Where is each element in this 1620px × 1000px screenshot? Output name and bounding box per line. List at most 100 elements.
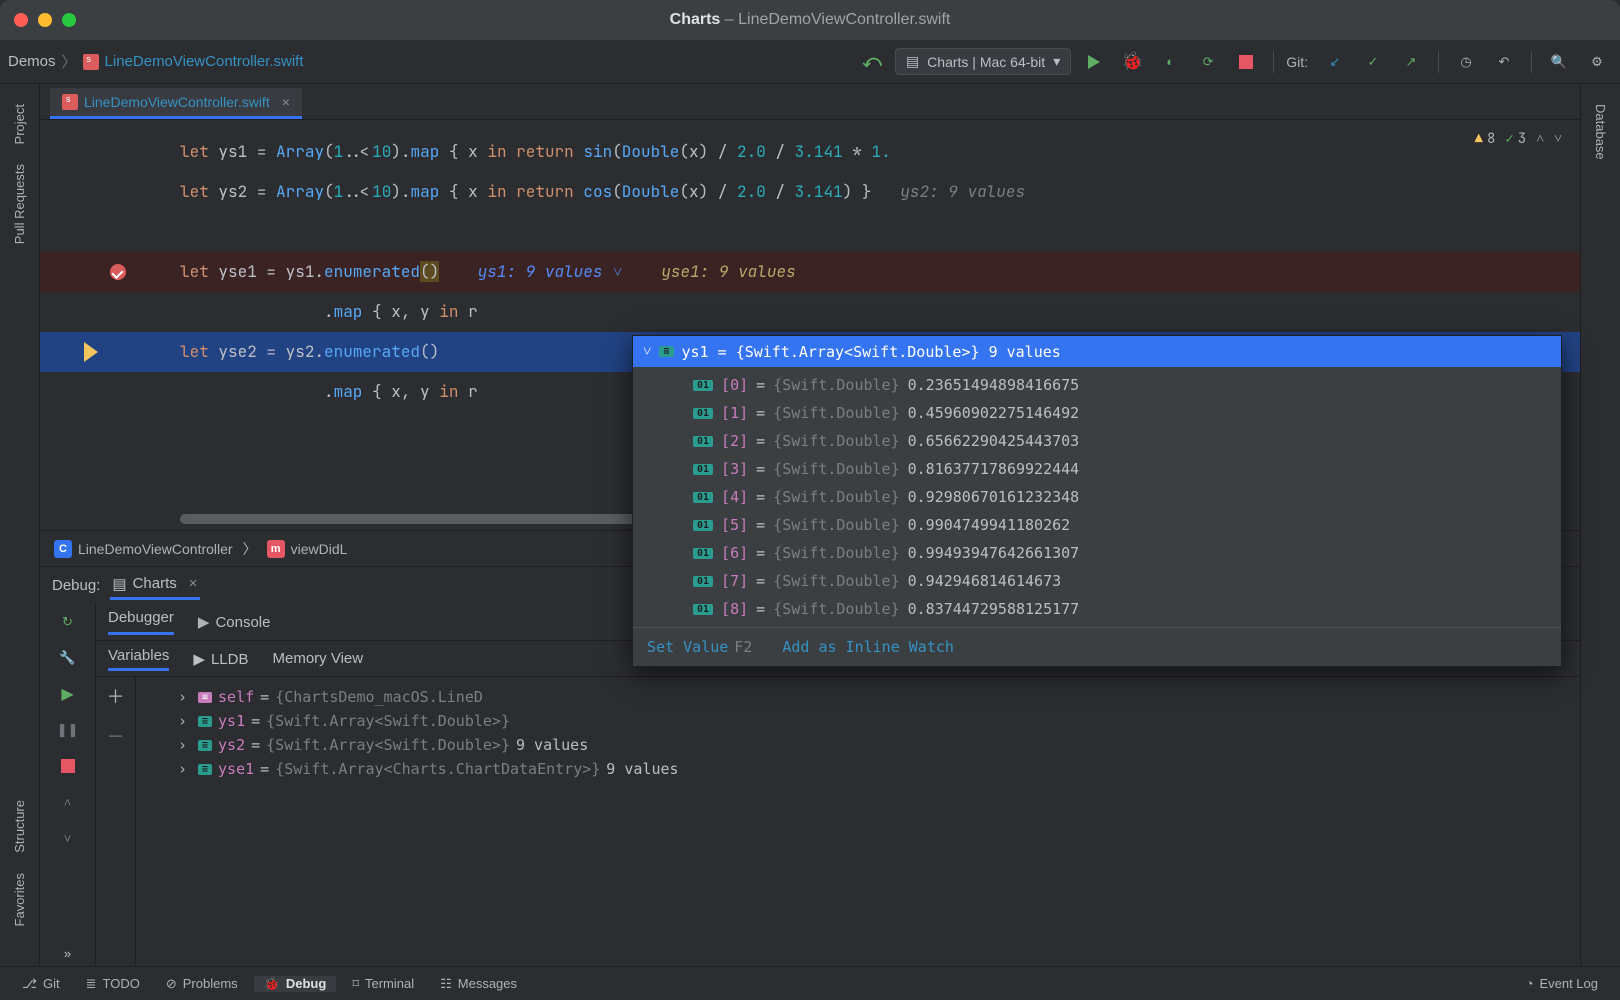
git-label: Git: (1286, 54, 1308, 70)
chevron-down-icon[interactable]: ˅ (51, 825, 85, 851)
chevron-down-icon[interactable]: ˅ (643, 342, 651, 361)
value-icon: 01 (693, 520, 713, 531)
inline-hint: ys2: 9 values (900, 181, 1025, 202)
popup-item[interactable]: 01 [8] = {Swift.Double} 0.83744729588125… (633, 595, 1561, 623)
close-window-icon[interactable] (14, 13, 28, 27)
window-title: Charts – LineDemoViewController.swift (670, 11, 951, 29)
tool-eventlog[interactable]: ◔ Event Log (1516, 976, 1608, 991)
popup-footer: Set ValueF2 Add as Inline Watch (633, 627, 1561, 666)
code-line: let yse1 = ys1.enumerated() ys1: 9 value… (40, 252, 1580, 292)
stop-button[interactable] (51, 753, 85, 779)
close-icon[interactable]: × (189, 575, 198, 592)
variables-action-strip: ＋ － (96, 677, 136, 966)
popup-item[interactable]: 01 [7] = {Swift.Double} 0.94294681461467… (633, 567, 1561, 595)
tool-favorites[interactable]: Favorites (12, 873, 27, 926)
tool-project[interactable]: Project (12, 104, 27, 144)
popup-item[interactable]: 01 [3] = {Swift.Double} 0.81637717869922… (633, 455, 1561, 483)
code-line: .map { x, y in r (40, 292, 1580, 332)
search-button[interactable]: 🔍 (1544, 47, 1574, 77)
add-watch-icon[interactable]: ＋ (107, 683, 125, 709)
tab-lldb[interactable]: ▶LLDB (193, 650, 248, 668)
minimize-window-icon[interactable] (38, 13, 52, 27)
inline-hint: yse1: 9 values (661, 261, 795, 282)
swift-file-icon (83, 54, 99, 70)
popup-var-name: ys1 (682, 343, 709, 361)
tab-debugger[interactable]: Debugger (108, 609, 174, 635)
build-button[interactable]: ⤺ (857, 47, 887, 77)
debug-action-strip: ↻ 🔧 ▶ ❚❚ ˄ ˅ » (40, 603, 96, 966)
remove-watch-icon[interactable]: － (107, 723, 125, 749)
set-value-button[interactable]: Set ValueF2 (647, 638, 752, 656)
debug-button[interactable]: 🐞 (1117, 47, 1147, 77)
variable-row[interactable]: ›≡ self = {ChartsDemo_macOS.LineD (144, 685, 1572, 709)
breadcrumb-file[interactable]: LineDemoViewController.swift (105, 53, 304, 70)
code-line (40, 212, 1580, 252)
pause-button[interactable]: ❚❚ (51, 717, 85, 743)
editor-tab[interactable]: LineDemoViewController.swift × (50, 88, 302, 119)
tool-git[interactable]: ⎇ Git (12, 976, 70, 992)
breadcrumb-class[interactable]: CLineDemoViewController (54, 540, 233, 558)
tool-database[interactable]: Database (1593, 104, 1608, 160)
popup-item[interactable]: 01 [1] = {Swift.Double} 0.45960902275146… (633, 399, 1561, 427)
run-button[interactable] (1079, 47, 1109, 77)
tool-messages[interactable]: ☷ Messages (430, 976, 527, 992)
popup-item[interactable]: 01 [5] = {Swift.Double} 0.99047499411802… (633, 511, 1561, 539)
variable-row[interactable]: ›≡ ys1 = {Swift.Array<Swift.Double>} (144, 709, 1572, 733)
debug-target-tab[interactable]: ▤ Charts × (110, 571, 199, 600)
value-icon: 01 (693, 436, 713, 447)
popup-var-count: 9 values (989, 343, 1061, 361)
editor-tabs: LineDemoViewController.swift × (40, 84, 1580, 120)
run-config-label: Charts | Mac 64-bit (927, 54, 1045, 70)
run-config-selector[interactable]: ▤ Charts | Mac 64-bit ▾ (895, 48, 1071, 75)
popup-item[interactable]: 01 [0] = {Swift.Double} 0.23651494898416… (633, 371, 1561, 399)
variables-tree[interactable]: ›≡ self = {ChartsDemo_macOS.LineD ›≡ ys1… (136, 677, 1580, 966)
breadcrumb-project[interactable]: Demos (8, 53, 56, 70)
variable-row[interactable]: ›≡ yse1 = {Swift.Array<Charts.ChartDataE… (144, 757, 1572, 781)
history-button[interactable]: ◷ (1451, 47, 1481, 77)
profile-button[interactable]: ⟳ (1193, 47, 1223, 77)
popup-item[interactable]: 01 [4] = {Swift.Double} 0.92980670161232… (633, 483, 1561, 511)
add-inline-watch-button[interactable]: Add as Inline Watch (782, 638, 954, 656)
code-line: let ys1 = Array(1..<10).map { x in retur… (40, 132, 1580, 172)
inline-hint[interactable]: ys1: 9 values ˅ (478, 261, 623, 282)
popup-item[interactable]: 01 [2] = {Swift.Double} 0.65662290425443… (633, 427, 1561, 455)
variable-row[interactable]: ›≡ ys2 = {Swift.Array<Swift.Double>} 9 v… (144, 733, 1572, 757)
tab-variables[interactable]: Variables (108, 647, 169, 671)
chevron-down-icon: ▾ (1053, 53, 1060, 70)
tool-structure[interactable]: Structure (12, 800, 27, 853)
rerun-button[interactable]: ↻ (51, 609, 85, 635)
git-push-button[interactable]: ↗ (1396, 47, 1426, 77)
chevron-up-icon[interactable]: ˄ (51, 789, 85, 815)
close-tab-icon[interactable]: × (282, 94, 290, 110)
editor-tab-label: LineDemoViewController.swift (84, 94, 270, 110)
resume-button[interactable]: ▶ (51, 681, 85, 707)
popup-header[interactable]: ˅ ≡ ys1 = {Swift.Array<Swift.Double>} 9 … (633, 336, 1561, 367)
tool-debug[interactable]: 🐞 Debug (254, 976, 337, 992)
breadcrumb-method[interactable]: mviewDidL (267, 540, 348, 558)
tool-todo[interactable]: ≣ TODO (76, 976, 150, 992)
coverage-button[interactable]: ◐ (1155, 47, 1185, 77)
popup-item[interactable]: 01 [6] = {Swift.Double} 0.99493947642661… (633, 539, 1561, 567)
tab-memory[interactable]: Memory View (273, 650, 364, 667)
value-icon: 01 (693, 604, 713, 615)
settings-button[interactable]: 🔧 (51, 645, 85, 671)
undo-button[interactable]: ↶ (1489, 47, 1519, 77)
tool-terminal[interactable]: ⌑ Terminal (342, 976, 424, 992)
maximize-window-icon[interactable] (62, 13, 76, 27)
tab-console[interactable]: ▶Console (198, 613, 271, 631)
window-controls (14, 13, 76, 27)
swift-file-icon (62, 94, 78, 110)
class-icon: C (54, 540, 72, 558)
settings-button[interactable]: ⚙ (1582, 47, 1612, 77)
popup-var-type: {Swift.Array<Swift.Double>} (736, 343, 980, 361)
code-line: let ys2 = Array(1..<10).map { x in retur… (40, 172, 1580, 212)
git-pull-button[interactable]: ↙ (1320, 47, 1350, 77)
value-inspector-popup: ˅ ≡ ys1 = {Swift.Array<Swift.Double>} 9 … (632, 335, 1562, 667)
tool-problems[interactable]: ⊘ Problems (156, 976, 248, 992)
app-icon: ▤ (112, 575, 126, 593)
stop-button[interactable] (1231, 47, 1261, 77)
git-commit-button[interactable]: ✓ (1358, 47, 1388, 77)
tool-pull-requests[interactable]: Pull Requests (12, 164, 27, 244)
value-icon: 01 (693, 492, 713, 503)
more-button[interactable]: » (51, 940, 85, 966)
